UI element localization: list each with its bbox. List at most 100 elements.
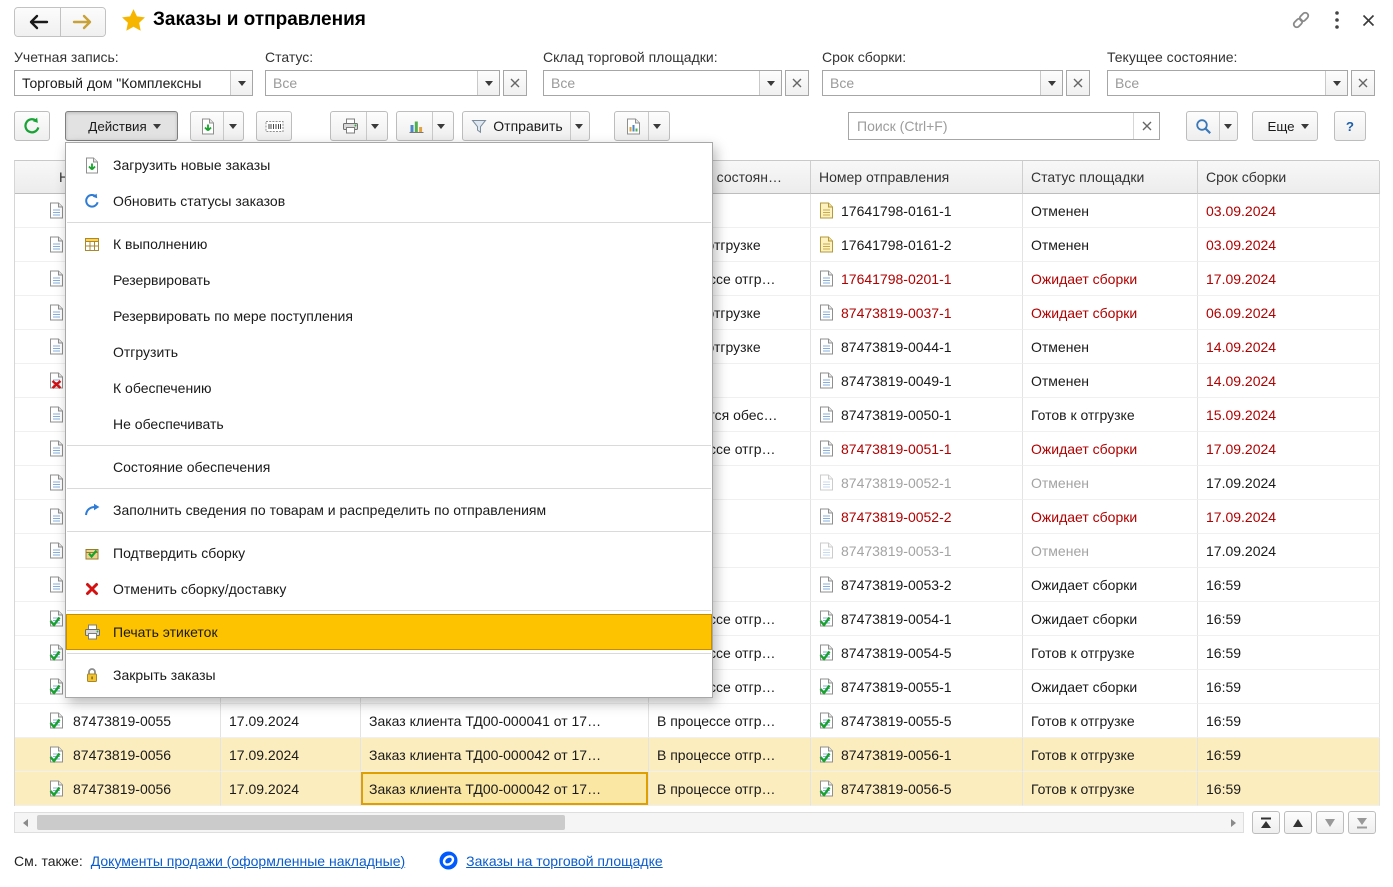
cell-order[interactable]: Заказ клиента ТД00-000042 от 17… [361, 738, 649, 772]
menu-item[interactable]: Резервировать [66, 262, 712, 298]
menu-item[interactable]: Загрузить новые заказы [66, 147, 712, 183]
cell-shipment[interactable]: 87473819-0055-1 [811, 670, 1023, 704]
filter-combo[interactable]: Торговый дом "Комплексны [14, 70, 253, 96]
column-header[interactable]: Статус площадки [1023, 161, 1198, 194]
cell-shipment[interactable]: 87473819-0056-5 [811, 772, 1023, 806]
menu-item[interactable]: К выполнению [66, 226, 712, 262]
table-row[interactable]: 87473819-005617.09.2024Заказ клиента ТД0… [15, 772, 1379, 806]
cell-status[interactable]: Ожидает сборки [1023, 602, 1198, 636]
cell-status[interactable]: Отменен [1023, 330, 1198, 364]
cell-date[interactable]: 17.09.2024 [221, 704, 361, 738]
cell-status[interactable]: Готов к отгрузке [1023, 772, 1198, 806]
cell-number[interactable]: 87473819-0055 [15, 704, 221, 738]
cell-deadline[interactable]: 16:59 [1198, 602, 1380, 636]
back-button[interactable] [15, 8, 60, 36]
cell-number[interactable]: 87473819-0056 [15, 738, 221, 772]
menu-item[interactable]: Печать этикеток [66, 614, 712, 650]
cell-shipment[interactable]: 87473819-0049-1 [811, 364, 1023, 398]
scroll-left-button[interactable] [15, 813, 35, 832]
cell-deadline[interactable]: 17.09.2024 [1198, 466, 1380, 500]
menu-item[interactable]: Заполнить сведения по товарам и распреде… [66, 492, 712, 528]
menu-item[interactable]: Отменить сборку/доставку [66, 571, 712, 607]
forward-button[interactable] [60, 8, 105, 36]
cell-status[interactable]: Готов к отгрузке [1023, 398, 1198, 432]
scrollbar-thumb[interactable] [37, 815, 565, 830]
link-icon[interactable] [1290, 9, 1312, 31]
advanced-search-button[interactable] [1186, 111, 1238, 141]
menu-item[interactable]: Обновить статусы заказов [66, 183, 712, 219]
footer-link[interactable]: Заказы на торговой площадке [466, 853, 663, 869]
cell-shipment[interactable]: 87473819-0050-1 [811, 398, 1023, 432]
favorite-star-icon[interactable] [121, 8, 146, 32]
load-orders-button[interactable] [190, 111, 244, 141]
row-up-button[interactable] [1284, 811, 1312, 834]
table-row[interactable]: 87473819-005617.09.2024Заказ клиента ТД0… [15, 738, 1379, 772]
help-button[interactable]: ? [1334, 111, 1366, 141]
cell-status[interactable]: Отменен [1023, 534, 1198, 568]
filter-combo[interactable]: Все [822, 70, 1063, 96]
cell-shipment[interactable]: 87473819-0054-5 [811, 636, 1023, 670]
filter-clear-button[interactable] [1066, 70, 1090, 96]
cell-status[interactable]: Готов к отгрузке [1023, 704, 1198, 738]
scrollbar-track[interactable] [35, 813, 1223, 832]
go-to-bottom-button[interactable] [1348, 811, 1376, 834]
row-down-button[interactable] [1316, 811, 1344, 834]
cell-deadline[interactable]: 17.09.2024 [1198, 500, 1380, 534]
cell-status[interactable]: Ожидает сборки [1023, 262, 1198, 296]
column-header[interactable]: Срок сборки [1198, 161, 1380, 194]
cell-shipment[interactable]: 87473819-0053-2 [811, 568, 1023, 602]
menu-item[interactable]: Подтвердить сборку [66, 535, 712, 571]
cell-deadline[interactable]: 16:59 [1198, 670, 1380, 704]
filter-combo[interactable]: Все [265, 70, 500, 96]
search-input[interactable] [849, 113, 1133, 139]
cell-status[interactable]: Отменен [1023, 364, 1198, 398]
cell-deadline[interactable]: 14.09.2024 [1198, 364, 1380, 398]
more-options-icon[interactable] [1334, 10, 1340, 30]
cell-shipment[interactable]: 87473819-0037-1 [811, 296, 1023, 330]
cell-shipment[interactable]: 87473819-0051-1 [811, 432, 1023, 466]
filter-combo[interactable]: Все [543, 70, 782, 96]
cell-shipment[interactable]: 17641798-0161-1 [811, 194, 1023, 228]
cell-deadline[interactable]: 06.09.2024 [1198, 296, 1380, 330]
actions-button[interactable]: Действия [65, 111, 178, 141]
menu-item[interactable]: Закрыть заказы [66, 657, 712, 693]
cell-status[interactable]: Ожидает сборки [1023, 296, 1198, 330]
cell-deadline[interactable]: 14.09.2024 [1198, 330, 1380, 364]
menu-item[interactable]: Резервировать по мере поступления [66, 298, 712, 334]
cell-deadline[interactable]: 16:59 [1198, 568, 1380, 602]
cell-status[interactable]: Отменен [1023, 228, 1198, 262]
cell-shipment[interactable]: 17641798-0201-1 [811, 262, 1023, 296]
cell-status[interactable]: Отменен [1023, 194, 1198, 228]
cell-number[interactable]: 87473819-0056 [15, 772, 221, 806]
cell-deadline[interactable]: 16:59 [1198, 636, 1380, 670]
cell-status[interactable]: Отменен [1023, 466, 1198, 500]
cell-deadline[interactable]: 15.09.2024 [1198, 398, 1380, 432]
cell-status[interactable]: Готов к отгрузке [1023, 738, 1198, 772]
footer-link[interactable]: Документы продажи (оформленные накладные… [91, 853, 405, 869]
cell-date[interactable]: 17.09.2024 [221, 738, 361, 772]
cell-deadline[interactable]: 16:59 [1198, 738, 1380, 772]
filter-clear-button[interactable] [785, 70, 809, 96]
cell-status[interactable]: Ожидает сборки [1023, 500, 1198, 534]
cell-shipment[interactable]: 87473819-0053-1 [811, 534, 1023, 568]
filter-combo[interactable]: Все [1107, 70, 1348, 96]
go-to-top-button[interactable] [1252, 811, 1280, 834]
cell-deadline[interactable]: 16:59 [1198, 772, 1380, 806]
cell-deadline[interactable]: 17.09.2024 [1198, 534, 1380, 568]
cell-shipment[interactable]: 17641798-0161-2 [811, 228, 1023, 262]
print-button[interactable] [330, 111, 388, 141]
scroll-right-button[interactable] [1223, 813, 1243, 832]
cell-shipment[interactable]: 87473819-0052-2 [811, 500, 1023, 534]
close-icon[interactable] [1362, 14, 1375, 27]
cell-deadline[interactable]: 16:59 [1198, 704, 1380, 738]
filter-clear-button[interactable] [1351, 70, 1375, 96]
cell-shipment[interactable]: 87473819-0055-5 [811, 704, 1023, 738]
column-header[interactable]: Номер отправления [811, 161, 1023, 194]
cell-status[interactable]: Ожидает сборки [1023, 670, 1198, 704]
report-document-button[interactable] [614, 111, 670, 141]
cell-deadline[interactable]: 17.09.2024 [1198, 432, 1380, 466]
print-labels-button[interactable] [256, 111, 292, 141]
cell-order[interactable]: Заказ клиента ТД00-000041 от 17… [361, 704, 649, 738]
cell-order[interactable]: Заказ клиента ТД00-000042 от 17… [361, 772, 649, 806]
menu-item[interactable]: Состояние обеспечения [66, 449, 712, 485]
